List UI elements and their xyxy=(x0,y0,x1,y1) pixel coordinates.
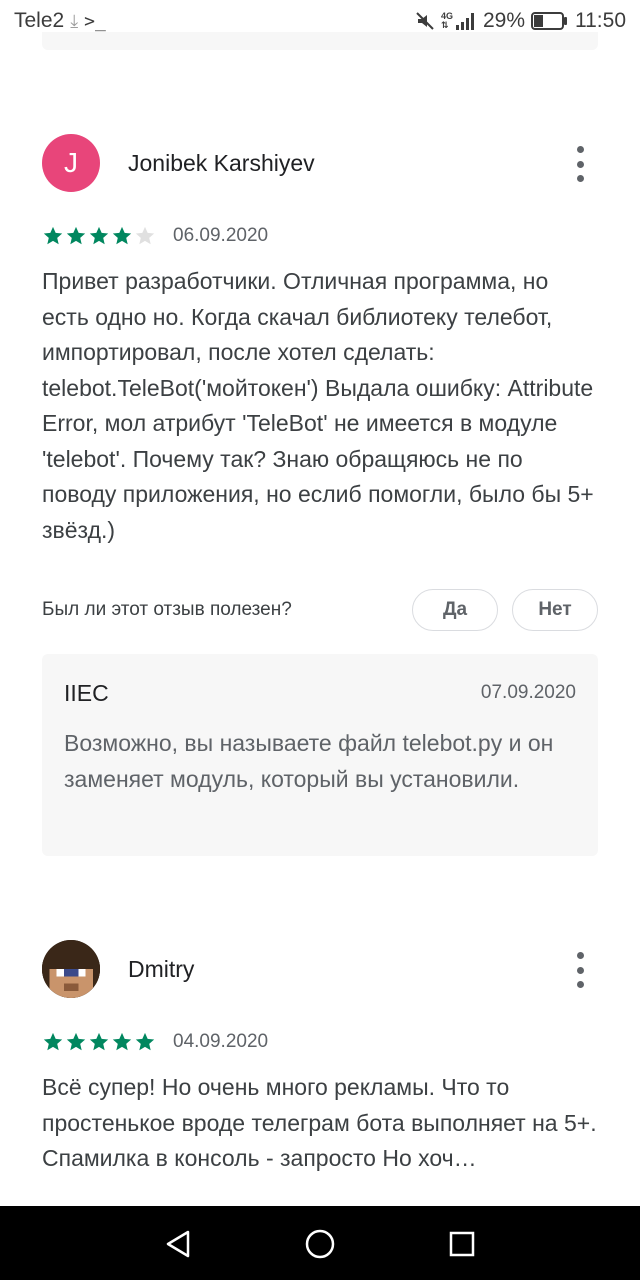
star-filled-icon xyxy=(66,226,86,245)
signal-icon xyxy=(455,13,474,30)
review-text: Всё супер! Но очень много рекламы. Что т… xyxy=(42,1074,597,1171)
battery-percent: 29% xyxy=(482,9,525,32)
back-triangle-icon xyxy=(166,1230,190,1258)
star-filled-icon xyxy=(89,226,109,245)
mute-icon xyxy=(416,12,434,30)
avatar xyxy=(42,940,100,998)
helpful-row: Был ли этот отзыв полезен? Да Нет xyxy=(42,589,598,633)
battery-icon xyxy=(531,12,567,30)
recent-apps-button[interactable] xyxy=(442,1224,482,1264)
carrier-name: Tele2 xyxy=(14,9,65,32)
star-rating xyxy=(42,1031,157,1053)
star-filled-icon xyxy=(43,1032,63,1051)
avatar: J xyxy=(42,134,100,192)
star-filled-icon xyxy=(112,1032,132,1051)
home-circle-icon xyxy=(305,1229,335,1259)
network-type-bottom: ⇅ xyxy=(440,20,449,30)
star-filled-icon xyxy=(89,1032,109,1051)
helpful-question: Был ли этот отзыв полезен? xyxy=(42,599,292,620)
review-rating-row: 04.09.2020 xyxy=(42,1029,268,1055)
star-filled-icon xyxy=(43,226,63,245)
more-options-button[interactable] xyxy=(576,146,584,182)
system-nav-bar xyxy=(0,1206,640,1280)
back-button[interactable] xyxy=(158,1224,198,1264)
clock: 11:50 xyxy=(575,9,626,32)
developer-reply-card: IIEC 07.09.2020 Возможно, вы называете ф… xyxy=(42,654,598,856)
terminal-prompt-icon: >_ xyxy=(84,10,106,32)
status-right: 4G ⇅ 29% 11:50 xyxy=(415,9,626,33)
review-header: J Jonibek Karshiyev xyxy=(42,134,598,194)
network-type: 4G ⇅ xyxy=(441,12,453,30)
download-arrow-icon: ⤓ xyxy=(70,10,79,31)
star-filled-icon xyxy=(66,1032,86,1051)
more-vert-icon xyxy=(576,146,584,153)
star-filled-icon xyxy=(112,226,132,245)
developer-name: IIEC xyxy=(64,680,109,706)
avatar-letter: J xyxy=(64,147,78,178)
reply-date: 07.09.2020 xyxy=(480,682,576,703)
star-empty-icon xyxy=(135,226,155,245)
star-filled-icon xyxy=(135,1032,155,1051)
pixel-face-avatar-icon xyxy=(42,940,100,998)
review-rating-row: 06.09.2020 xyxy=(42,223,268,249)
review-text: Привет разработчики. Отличная программа,… xyxy=(42,268,594,543)
review-author: Dmitry xyxy=(128,956,195,982)
more-options-button[interactable] xyxy=(576,952,584,988)
status-left: Tele2 ⤓ >_ xyxy=(14,9,106,33)
helpful-yes-button[interactable]: Да xyxy=(412,589,498,631)
home-button[interactable] xyxy=(300,1224,340,1264)
review-date: 04.09.2020 xyxy=(173,1031,269,1052)
review-header: Dmitry xyxy=(42,940,598,1000)
review-author: Jonibek Karshiyev xyxy=(128,150,315,176)
recent-apps-square-icon xyxy=(449,1231,475,1257)
review-date: 06.09.2020 xyxy=(173,225,269,246)
more-vert-icon xyxy=(576,952,584,959)
previous-reply-card-edge xyxy=(42,32,598,50)
reply-text: Возможно, вы называете файл telebot.py и… xyxy=(64,730,554,792)
star-rating xyxy=(42,225,157,247)
helpful-no-button[interactable]: Нет xyxy=(512,589,598,631)
